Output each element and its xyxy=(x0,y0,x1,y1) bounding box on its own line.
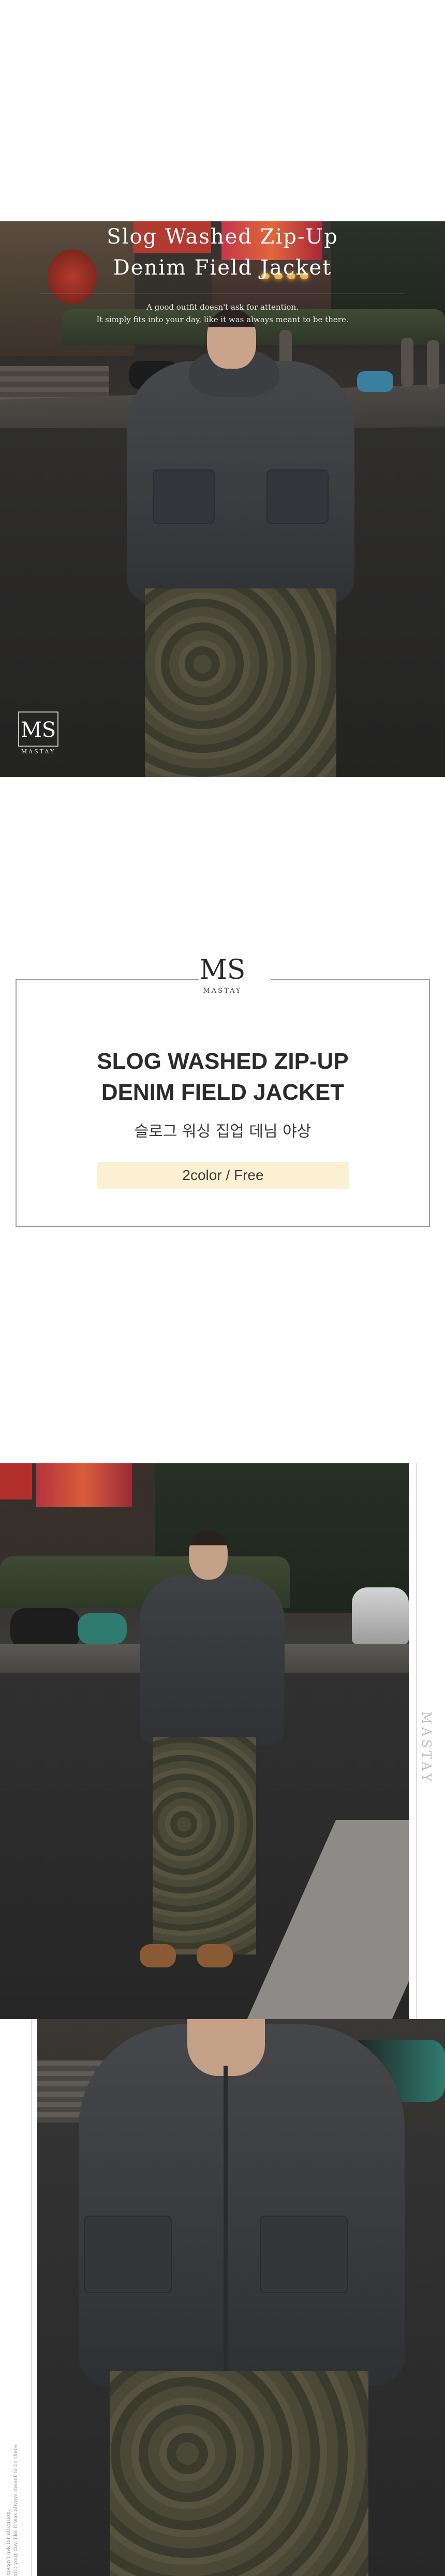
product-title: SLOG WASHED ZIP-UP DENIM FIELD JACKET xyxy=(17,1046,429,1108)
jacket-pocket xyxy=(260,2216,348,2293)
vertical-caption-line2: It simply fits into your day, like it wa… xyxy=(13,2443,19,2576)
hero-tagline-line2: It simply fits into your day, like it wa… xyxy=(96,315,349,324)
brand-name: MASTAY xyxy=(203,987,242,995)
hero-title-line1: Slog Washed Zip-Up xyxy=(107,225,338,249)
closeup-photo xyxy=(37,2019,445,2576)
street-photo xyxy=(0,1463,409,2019)
option-badge: 2color / Free xyxy=(97,1162,349,1189)
hero-tagline: A good outfit doesn't ask for attention.… xyxy=(0,301,445,326)
hero-title-line2: Denim Field Jacket xyxy=(113,256,332,280)
jacket-pocket xyxy=(84,2216,172,2293)
product-detail-page: Slog Washed Zip-Up Denim Field Jacket A … xyxy=(0,0,445,2576)
monogram-icon: MS xyxy=(200,954,246,985)
vertical-divider xyxy=(31,2019,32,2576)
denim-jacket xyxy=(79,2024,405,2386)
jacket-zipper xyxy=(224,2066,228,2376)
red-sign xyxy=(0,1463,32,1499)
camo-pants xyxy=(110,2371,368,2576)
model-figure xyxy=(129,1531,290,2019)
hero-tagline-line1: A good outfit doesn't ask for attention. xyxy=(146,302,299,312)
parked-scooter xyxy=(78,1613,127,1644)
monogram-text: MS xyxy=(21,718,56,742)
model-head xyxy=(189,1531,228,1580)
product-title-line1: SLOG WASHED ZIP-UP xyxy=(97,1049,349,1074)
monogram-text: MS xyxy=(200,954,246,985)
shoe xyxy=(140,1944,176,1967)
vertical-divider xyxy=(416,1463,417,2019)
vertical-brand-name: MASTAY xyxy=(419,1711,434,1785)
vertical-caption: A good outfit doesn't ask for attention.… xyxy=(5,2443,20,2576)
info-brand-logo: MS MASTAY xyxy=(197,954,248,995)
neon-sign xyxy=(36,1463,132,1507)
vertical-caption-line1: A good outfit doesn't ask for attention. xyxy=(6,2509,11,2576)
vertical-caption-strip: A good outfit doesn't ask for attention.… xyxy=(0,2019,37,2576)
product-info-card: SLOG WASHED ZIP-UP DENIM FIELD JACKET 슬로… xyxy=(16,978,430,1227)
monogram-icon: MS xyxy=(18,711,58,747)
product-title-line2: DENIM FIELD JACKET xyxy=(101,1080,345,1105)
hero-brand-logo: MS MASTAY xyxy=(18,711,59,755)
parked-car xyxy=(352,1587,409,1644)
vertical-brand-strip: MASTAY xyxy=(409,1463,445,2019)
denim-jacket xyxy=(140,1574,285,1745)
parked-scooter xyxy=(10,1608,80,1649)
product-title-korean: 슬로그 워싱 집업 데님 야상 xyxy=(134,1123,312,1141)
brand-name: MASTAY xyxy=(21,748,56,755)
shoe xyxy=(197,1944,233,1967)
camo-pants xyxy=(153,1737,256,1954)
hero-title: Slog Washed Zip-Up Denim Field Jacket xyxy=(0,221,445,283)
